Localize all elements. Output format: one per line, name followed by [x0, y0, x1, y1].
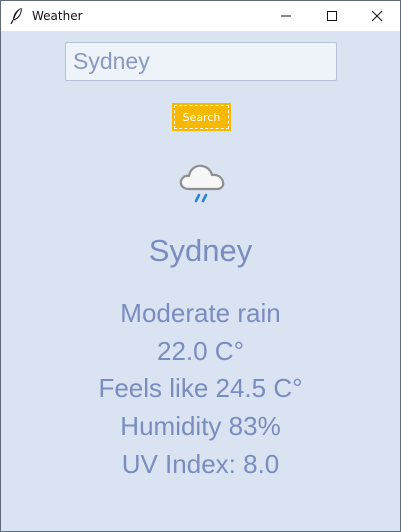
minimize-icon	[281, 15, 291, 17]
maximize-icon	[327, 11, 337, 21]
weather-condition: Moderate rain	[120, 298, 281, 328]
window-title: Weather	[32, 9, 83, 23]
feather-icon	[9, 7, 25, 25]
feels-like-temperature: Feels like 24.5 C°	[98, 373, 303, 403]
search-button[interactable]: Search	[172, 103, 231, 131]
close-button[interactable]	[354, 1, 400, 31]
city-name: Sydney	[148, 233, 253, 268]
temperature: 22.0 C°	[156, 336, 244, 366]
maximize-button[interactable]	[309, 1, 355, 31]
minimize-button[interactable]	[263, 1, 309, 31]
weather-window: Weather Search Sydney Moderate rain	[0, 0, 401, 532]
close-icon	[371, 10, 383, 22]
cloud-rain-icon	[178, 157, 226, 205]
uv-index: UV Index: 8.0	[121, 449, 280, 479]
city-search-input[interactable]	[65, 42, 337, 81]
humidity: Humidity 83%	[120, 411, 281, 441]
title-bar[interactable]: Weather	[1, 1, 400, 32]
